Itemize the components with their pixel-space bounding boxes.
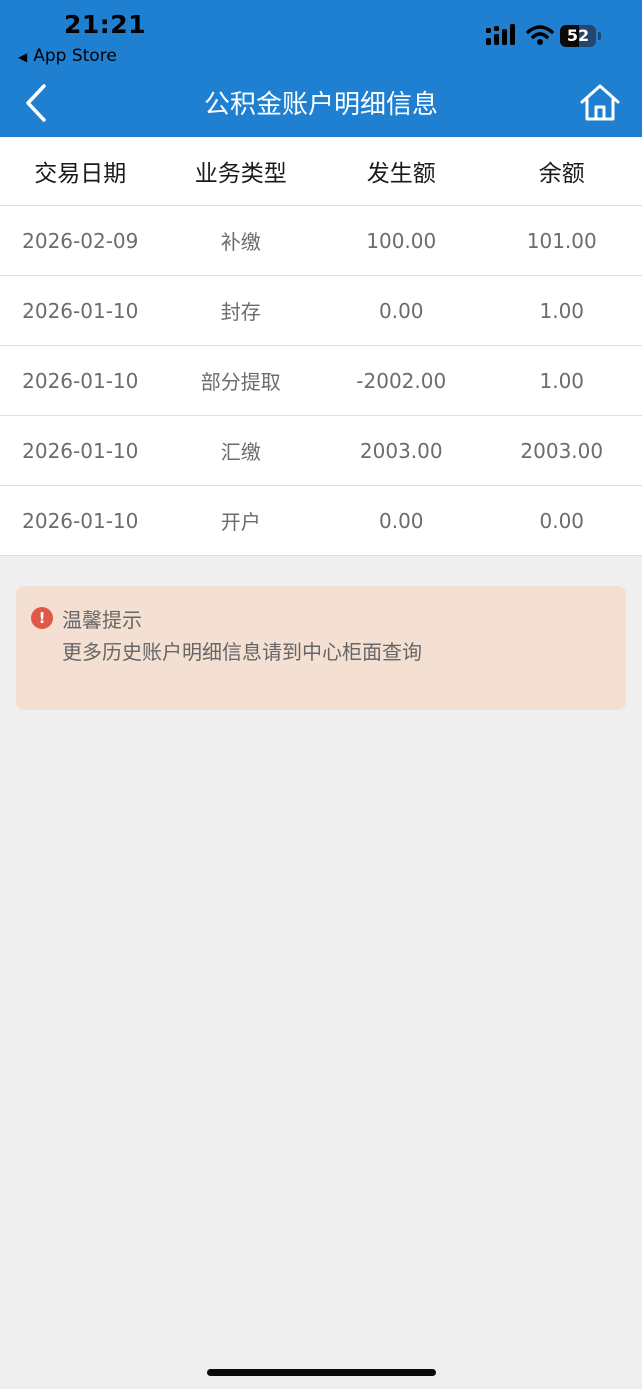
cell-amount: -2002.00 bbox=[356, 368, 447, 393]
cell-date: 2026-01-10 bbox=[22, 298, 139, 323]
column-header-type: 业务类型 bbox=[194, 161, 287, 187]
column-header-date: 交易日期 bbox=[34, 161, 127, 187]
cell-type: 开户 bbox=[220, 510, 261, 534]
cell-balance: 101.00 bbox=[526, 228, 597, 253]
notice-text: 更多历史账户明细信息请到中心柜面查询 bbox=[62, 640, 422, 664]
cell-date: 2026-01-10 bbox=[22, 508, 139, 533]
cell-balance: 2003.00 bbox=[520, 438, 604, 463]
column-header-amount: 发生额 bbox=[366, 161, 436, 187]
cell-balance: 1.00 bbox=[539, 368, 585, 393]
transaction-table: 交易日期 业务类型 发生额 余额 2026-02-09 补缴 100.00 10… bbox=[0, 137, 642, 556]
alert-icon: ! bbox=[31, 607, 53, 629]
notice-box: ! 温馨提示 更多历史账户明细信息请到中心柜面查询 bbox=[16, 586, 626, 710]
table-row[interactable]: 2026-01-10 开户 0.00 0.00 bbox=[0, 486, 642, 556]
cell-type: 封存 bbox=[220, 300, 261, 324]
status-back-link[interactable]: ◀ App Store bbox=[18, 46, 117, 66]
navigation-bar: 21:21 ◀ App Store 52 公积金账户明细信息 bbox=[0, 0, 642, 137]
column-header-balance: 余额 bbox=[538, 161, 585, 187]
cell-amount: 100.00 bbox=[366, 228, 437, 253]
home-indicator[interactable] bbox=[207, 1369, 436, 1376]
cell-type: 汇缴 bbox=[220, 440, 261, 464]
status-back-label: App Store bbox=[33, 46, 117, 66]
table-row[interactable]: 2026-02-09 补缴 100.00 101.00 bbox=[0, 206, 642, 276]
status-indicators: 52 bbox=[472, 24, 602, 50]
table-row[interactable]: 2026-01-10 汇缴 2003.00 2003.00 bbox=[0, 416, 642, 486]
cellular-signal-icon bbox=[486, 24, 515, 45]
table-row[interactable]: 2026-01-10 封存 0.00 1.00 bbox=[0, 276, 642, 346]
cell-date: 2026-01-10 bbox=[22, 368, 139, 393]
status-time: 21:21 bbox=[64, 10, 147, 39]
table-header: 交易日期 业务类型 发生额 余额 bbox=[0, 137, 642, 206]
page-title: 公积金账户明细信息 bbox=[203, 90, 438, 120]
cell-balance: 1.00 bbox=[539, 298, 585, 323]
battery-level: 52 bbox=[566, 26, 590, 45]
notice-title: 温馨提示 bbox=[62, 608, 142, 632]
cell-date: 2026-02-09 bbox=[22, 228, 139, 253]
cell-amount: 0.00 bbox=[378, 508, 424, 533]
wifi-icon bbox=[526, 25, 554, 45]
cell-type: 部分提取 bbox=[200, 370, 281, 394]
cell-balance: 0.00 bbox=[539, 508, 585, 533]
home-icon[interactable] bbox=[578, 82, 622, 124]
cell-date: 2026-01-10 bbox=[22, 438, 139, 463]
cell-amount: 2003.00 bbox=[359, 438, 443, 463]
back-triangle-icon: ◀ bbox=[18, 50, 28, 64]
table-row[interactable]: 2026-01-10 部分提取 -2002.00 1.00 bbox=[0, 346, 642, 416]
cell-type: 补缴 bbox=[220, 230, 261, 254]
battery-icon: 52 bbox=[560, 25, 602, 47]
cell-amount: 0.00 bbox=[378, 298, 424, 323]
